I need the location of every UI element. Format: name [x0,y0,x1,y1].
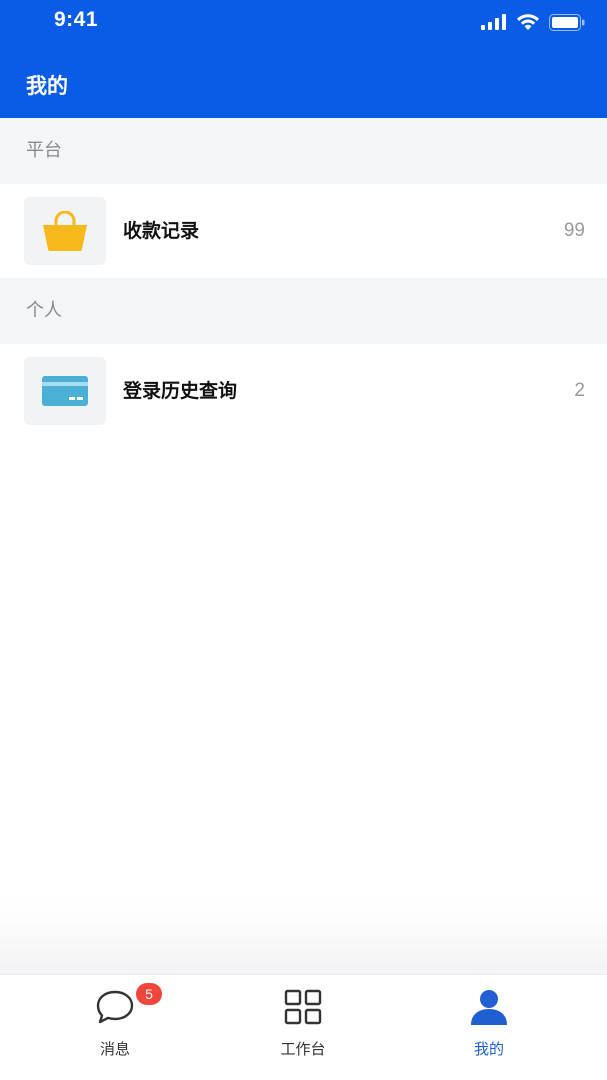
tab-label: 工作台 [280,1040,326,1058]
unread-badge: 5 [136,983,162,1005]
card-icon [42,376,88,406]
tab-label: 我的 [473,1040,504,1058]
status-icons [481,12,585,32]
user-icon [471,990,507,1025]
item-label: 登录历史查询 [123,380,238,402]
tab-label: 消息 [99,1040,130,1058]
list-item-payment-records[interactable]: 收款记录 99 [0,184,607,278]
battery-icon [549,13,585,31]
page-title: 我的 [26,74,68,98]
section-header-personal: 个人 [0,278,607,344]
status-time: 9:41 [54,8,99,31]
signal-icon [481,14,506,30]
wifi-icon [517,13,539,30]
tab-workbench[interactable]: 工作台 [202,975,404,1080]
tab-mine[interactable]: 我的 [388,975,590,1080]
item-icon-container [24,357,106,425]
shopping-bag-icon [43,211,87,251]
status-bar: 9:41 [0,0,607,46]
tab-messages[interactable]: 5 消息 [14,975,216,1080]
bottom-tab-bar: 5 消息 工作台 我的 [0,974,607,1080]
section-header-platform: 平台 [0,118,607,184]
list-item-login-history[interactable]: 登录历史查询 2 [0,344,607,438]
item-icon-container [24,197,106,265]
grid-icon [284,989,322,1025]
content-bottom-fade [0,900,607,974]
chat-bubble-icon [96,990,134,1024]
app-header: 9:41 我的 [0,0,607,118]
item-count: 2 [574,380,585,401]
item-label: 收款记录 [123,220,200,242]
item-count: 99 [563,220,585,241]
